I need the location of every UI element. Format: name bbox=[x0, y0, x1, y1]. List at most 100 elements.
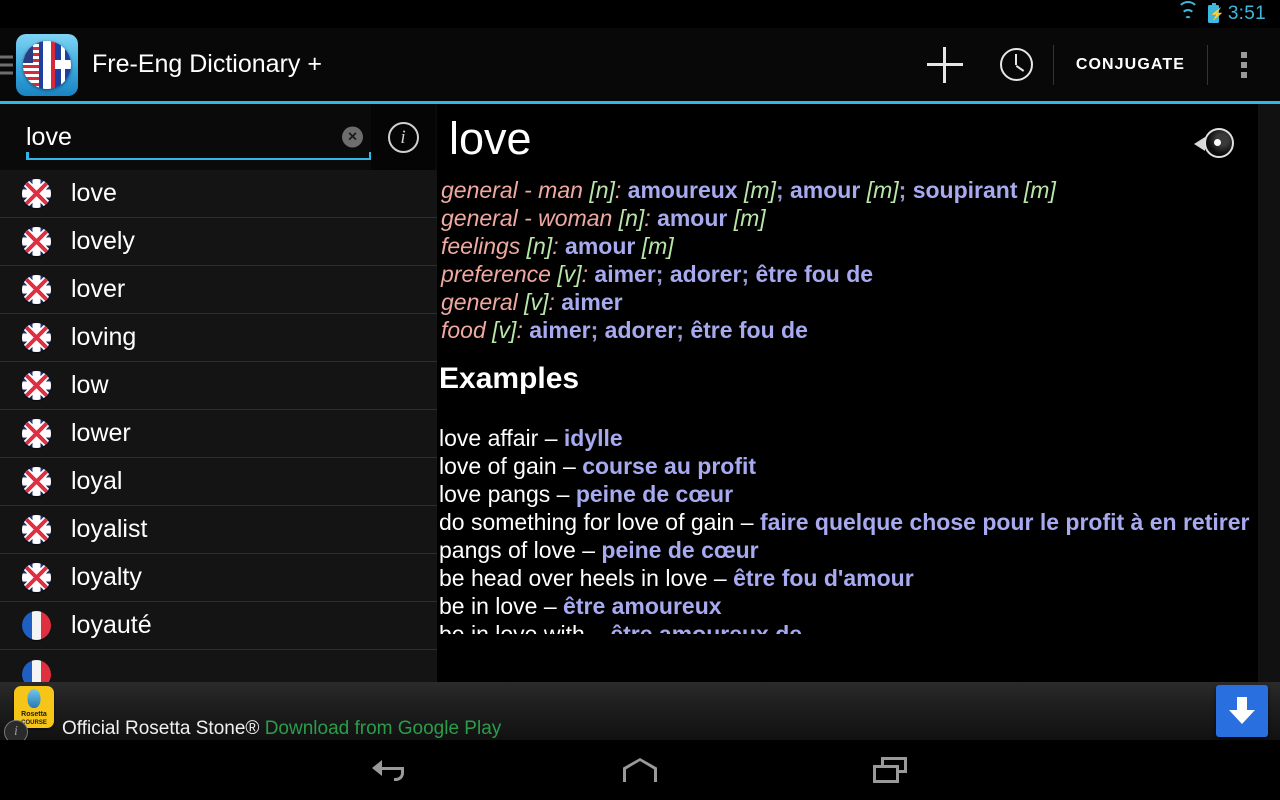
uk-flag-icon bbox=[22, 467, 51, 496]
fr-flag-icon bbox=[22, 659, 51, 682]
list-item-label: lover bbox=[71, 275, 126, 303]
sense-translation: être fou de bbox=[755, 260, 874, 287]
sense-context: general - woman bbox=[441, 204, 613, 231]
battery-charging-icon bbox=[1207, 3, 1219, 23]
list-item[interactable]: loyalist bbox=[0, 506, 437, 554]
example-line: pangs of love – peine de cœur bbox=[437, 536, 1258, 564]
example-target: peine de cœur bbox=[575, 480, 734, 507]
sense-translation: aimer bbox=[594, 260, 656, 287]
example-source: pangs of love bbox=[439, 536, 576, 563]
list-item[interactable]: lower bbox=[0, 410, 437, 458]
sense-gender: [m] bbox=[866, 176, 899, 203]
uk-flag-icon bbox=[22, 323, 51, 352]
sense-context: preference bbox=[441, 260, 551, 287]
home-button[interactable] bbox=[610, 740, 670, 800]
list-item-label: lower bbox=[71, 419, 131, 447]
list-item[interactable]: loyalty bbox=[0, 554, 437, 602]
plus-icon bbox=[926, 46, 963, 83]
search-input[interactable]: love × bbox=[26, 112, 371, 162]
app-icon[interactable] bbox=[16, 33, 78, 96]
back-button[interactable] bbox=[360, 740, 420, 800]
sense-context: feelings bbox=[441, 232, 521, 259]
headword-row: love bbox=[437, 104, 1258, 164]
action-bar: Fre-Eng Dictionary + CONJUGATE bbox=[0, 28, 1280, 101]
conjugate-button[interactable]: CONJUGATE bbox=[1054, 56, 1207, 74]
list-item[interactable]: lover bbox=[0, 266, 437, 314]
clear-search-icon[interactable]: × bbox=[342, 126, 363, 148]
example-separator: – bbox=[544, 424, 558, 451]
ad-badge-name: Rosetta bbox=[21, 711, 47, 718]
sense-translation: être fou de bbox=[690, 316, 808, 343]
overflow-menu-icon bbox=[1241, 51, 1247, 78]
android-screen: 3:51 Fre-Eng Dictionary + CONJUGATE bbox=[0, 0, 1280, 800]
overflow-menu-button[interactable] bbox=[1208, 28, 1280, 101]
add-button[interactable] bbox=[909, 28, 981, 101]
speaker-icon[interactable] bbox=[1194, 128, 1238, 160]
sense-pos: [n] bbox=[589, 176, 615, 203]
ad-headline: Official Rosetta Stone® bbox=[62, 718, 260, 739]
example-target: être amoureux bbox=[563, 592, 722, 619]
back-icon bbox=[372, 757, 408, 783]
list-item[interactable]: lovely bbox=[0, 218, 437, 266]
uk-flag-icon bbox=[22, 371, 51, 400]
list-item[interactable] bbox=[0, 650, 437, 682]
example-separator: – bbox=[740, 508, 754, 535]
example-target: être fou d'amour bbox=[733, 564, 914, 591]
example-line: love of gain – course au profit bbox=[437, 452, 1258, 480]
app-title: Fre-Eng Dictionary + bbox=[92, 50, 322, 78]
info-button[interactable]: i bbox=[371, 104, 435, 170]
history-button[interactable] bbox=[981, 28, 1053, 101]
example-source: love pangs bbox=[439, 480, 551, 507]
ad-cta[interactable]: Download from Google Play bbox=[265, 718, 502, 739]
example-line: be in love – être amoureux bbox=[437, 592, 1258, 620]
sense-translation: adorer bbox=[604, 316, 677, 343]
sense-gender: [m] bbox=[641, 232, 674, 259]
definition-scrollbar[interactable] bbox=[1258, 104, 1280, 682]
ad-text: Official Rosetta Stone® Download from Go… bbox=[62, 718, 501, 740]
sense-line: feelings [n]: amour [m] bbox=[441, 232, 1246, 260]
example-source: be in love with bbox=[439, 620, 585, 634]
example-separator: – bbox=[582, 536, 596, 563]
list-item[interactable]: love bbox=[0, 170, 437, 218]
sense-list: general - man [n]: amoureux [m]; amour [… bbox=[439, 164, 1258, 344]
drawer-grip-icon[interactable] bbox=[0, 55, 13, 74]
sense-separator: ; bbox=[898, 176, 913, 203]
sense-context: food bbox=[441, 316, 486, 343]
sense-pos: [n] bbox=[618, 204, 645, 231]
status-clock: 3:51 bbox=[1227, 3, 1266, 24]
status-bar: 3:51 bbox=[0, 0, 1280, 28]
sense-translation: aimer bbox=[529, 316, 591, 343]
word-list[interactable]: love lovely lover loving low lower loyal loyali… bbox=[0, 170, 437, 682]
ad-banner[interactable]: Rosetta COURSE i Official Rosetta Stone®… bbox=[0, 682, 1280, 740]
sense-context: general bbox=[441, 288, 518, 315]
example-target: course au profit bbox=[582, 452, 757, 479]
list-item[interactable]: loving bbox=[0, 314, 437, 362]
list-item[interactable]: loyal bbox=[0, 458, 437, 506]
sense-separator: ; bbox=[741, 260, 756, 287]
ad-info-icon[interactable]: i bbox=[4, 720, 28, 740]
list-item-label: love bbox=[71, 179, 117, 207]
fr-flag-icon bbox=[22, 611, 51, 640]
ad-install-button[interactable] bbox=[1216, 685, 1268, 737]
example-separator: – bbox=[591, 620, 604, 634]
list-item[interactable]: loyauté bbox=[0, 602, 437, 650]
list-item-label: lovely bbox=[71, 227, 135, 255]
navigation-bar bbox=[0, 740, 1280, 800]
example-separator: – bbox=[563, 452, 576, 479]
example-separator: – bbox=[556, 480, 570, 507]
list-item[interactable]: low bbox=[0, 362, 437, 410]
search-input-value: love bbox=[26, 122, 72, 151]
examples-list: love affair – idylle love of gain – cours… bbox=[437, 424, 1258, 634]
sense-colon: : bbox=[516, 316, 523, 343]
sense-pos: [n] bbox=[526, 232, 553, 259]
example-line: love affair – idylle bbox=[437, 424, 1258, 452]
clock-icon bbox=[1000, 48, 1034, 81]
sense-line: general - man [n]: amoureux [m]; amour [… bbox=[441, 176, 1246, 204]
example-target: faire quelque chose pour le profit à en … bbox=[759, 508, 1250, 535]
recents-button[interactable] bbox=[860, 740, 920, 800]
uk-flag-icon bbox=[22, 419, 51, 448]
sense-translation: amour bbox=[657, 204, 728, 231]
download-arrow-icon bbox=[1229, 697, 1255, 725]
sense-pos: [v] bbox=[557, 260, 582, 287]
sense-translation: amour bbox=[565, 232, 636, 259]
